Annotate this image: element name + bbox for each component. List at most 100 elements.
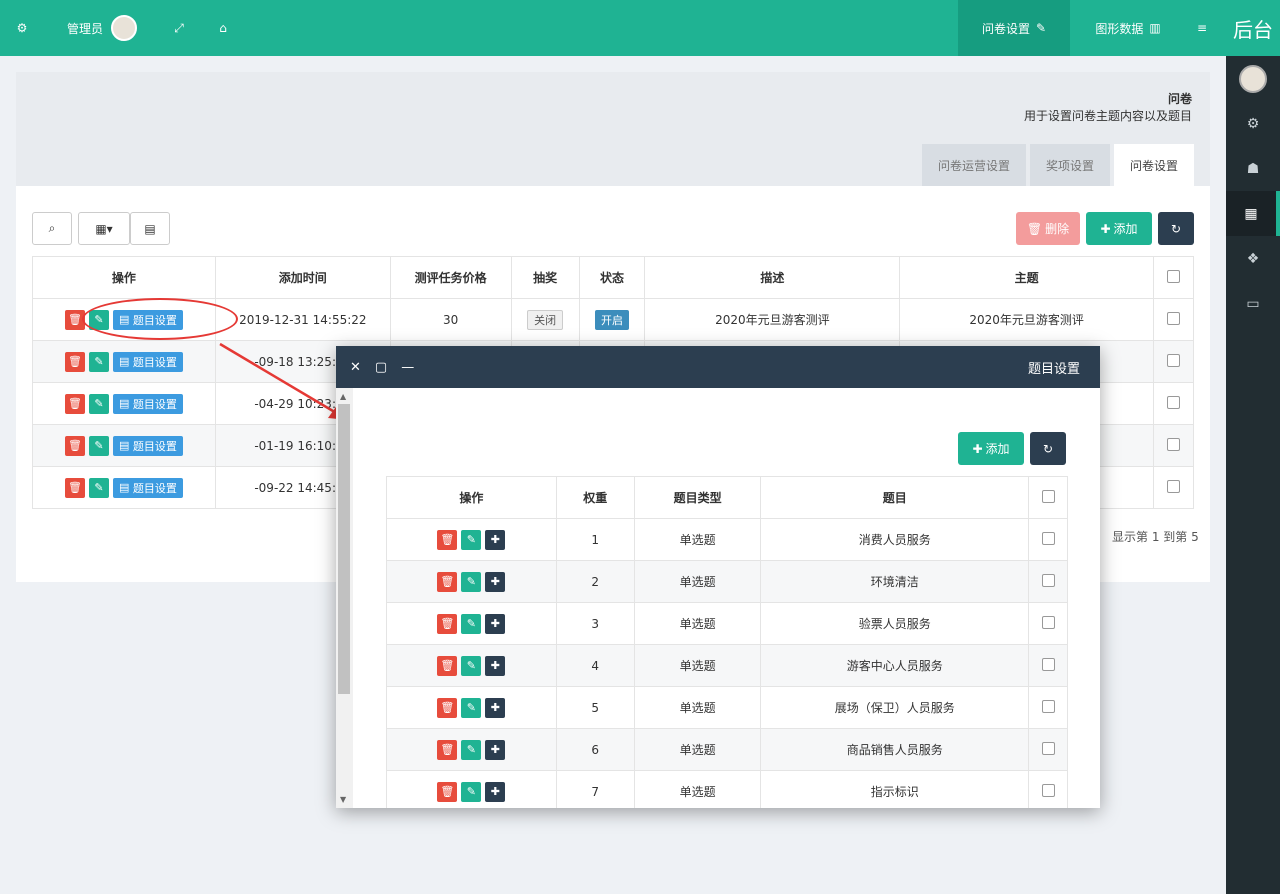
add-option-button[interactable]: ✚ bbox=[485, 571, 506, 592]
row-checkbox[interactable] bbox=[1152, 340, 1195, 383]
cell-weight: 6 bbox=[555, 728, 635, 771]
tab-prizes[interactable]: 奖项设置 bbox=[1029, 144, 1110, 186]
refresh-button[interactable]: ↻ bbox=[1158, 212, 1194, 245]
checkbox[interactable] bbox=[1166, 311, 1180, 325]
edit-row-button[interactable]: ✎ bbox=[88, 351, 109, 372]
pagination-info: 显示第 1 到第 5 bbox=[1112, 530, 1199, 544]
row-checkbox[interactable] bbox=[1028, 644, 1068, 687]
columns-toggle-button[interactable]: ▤ bbox=[130, 212, 170, 245]
edit-question-button[interactable]: ✎ bbox=[461, 613, 482, 634]
delete-row-button[interactable]: 🗑 bbox=[64, 435, 85, 456]
sidebar-item-cubes[interactable]: ❖ bbox=[1226, 236, 1280, 281]
checkbox[interactable] bbox=[1041, 657, 1055, 671]
delete-row-button[interactable]: 🗑 bbox=[64, 393, 85, 414]
checkbox[interactable] bbox=[1166, 437, 1180, 451]
edit-question-button[interactable]: ✎ bbox=[461, 781, 482, 802]
add-button[interactable]: ✚ 添加 bbox=[1086, 212, 1152, 245]
sidebar-item-users[interactable]: ☗ bbox=[1226, 146, 1280, 191]
modal-add-button[interactable]: ✚ 添加 bbox=[958, 432, 1024, 465]
checkbox[interactable] bbox=[1166, 479, 1180, 493]
row-checkbox[interactable] bbox=[1028, 770, 1068, 808]
add-option-button[interactable]: ✚ bbox=[485, 739, 506, 760]
edit-row-button[interactable]: ✎ bbox=[88, 477, 109, 498]
edit-row-button[interactable]: ✎ bbox=[88, 435, 109, 456]
edit-question-button[interactable]: ✎ bbox=[461, 655, 482, 676]
modal-refresh-button[interactable]: ↻ bbox=[1030, 432, 1066, 465]
checkbox[interactable] bbox=[1041, 783, 1055, 797]
row-checkbox[interactable] bbox=[1152, 466, 1195, 509]
scroll-thumb[interactable] bbox=[338, 404, 350, 694]
edit-question-button[interactable]: ✎ bbox=[461, 529, 482, 550]
tab-survey-settings[interactable]: 问卷设置 ✎ bbox=[958, 0, 1070, 56]
panel-tabs: 问卷设置 奖项设置 问卷运营设置 bbox=[918, 144, 1194, 186]
search-button[interactable]: ⌕ bbox=[32, 212, 72, 245]
checkbox[interactable] bbox=[1041, 615, 1055, 629]
question-settings-label: 题目设置 bbox=[132, 397, 177, 411]
question-settings-button[interactable]: ▤ 题目设置 bbox=[112, 435, 183, 456]
scroll-up-icon[interactable]: ▲ bbox=[340, 392, 346, 401]
settings-icon[interactable]: ⚙ bbox=[0, 0, 44, 56]
question-settings-button[interactable]: ▤ 题目设置 bbox=[112, 393, 183, 414]
checkbox[interactable] bbox=[1041, 741, 1055, 755]
row-checkbox[interactable] bbox=[1028, 518, 1068, 561]
checkbox[interactable] bbox=[1166, 353, 1180, 367]
col-status: 状态 bbox=[578, 256, 646, 299]
fullscreen-icon[interactable]: ⤢ bbox=[164, 0, 194, 56]
tab-graph-data[interactable]: 图形数据 ▥ bbox=[1076, 0, 1180, 56]
row-checkbox[interactable] bbox=[1152, 382, 1195, 425]
select-all-checkbox[interactable] bbox=[1152, 256, 1195, 299]
tab-operation[interactable]: 问卷运营设置 bbox=[921, 144, 1026, 186]
sidebar-item-table[interactable]: ▦ bbox=[1226, 191, 1280, 236]
question-settings-button[interactable]: ▤ 题目设置 bbox=[112, 351, 183, 372]
row-checkbox[interactable] bbox=[1152, 424, 1195, 467]
hamburger-icon[interactable]: ≡ bbox=[1184, 0, 1220, 56]
checkbox[interactable] bbox=[1041, 489, 1055, 503]
sidebar-avatar[interactable] bbox=[1226, 56, 1280, 101]
add-option-button[interactable]: ✚ bbox=[485, 697, 506, 718]
modal-scrollbar[interactable]: ▲ ▼ bbox=[336, 388, 353, 808]
export-dropdown-button[interactable]: ▦▾ bbox=[78, 212, 130, 245]
delete-question-button[interactable]: 🗑 bbox=[437, 655, 458, 676]
delete-question-button[interactable]: 🗑 bbox=[437, 781, 458, 802]
delete-question-button[interactable]: 🗑 bbox=[437, 571, 458, 592]
edit-question-button[interactable]: ✎ bbox=[461, 571, 482, 592]
tab-survey[interactable]: 问卷设置 bbox=[1113, 144, 1194, 186]
checkbox[interactable] bbox=[1166, 395, 1180, 409]
close-icon[interactable]: ✕ bbox=[350, 360, 361, 375]
delete-question-button[interactable]: 🗑 bbox=[437, 697, 458, 718]
row-checkbox[interactable] bbox=[1028, 686, 1068, 729]
delete-question-button[interactable]: 🗑 bbox=[437, 739, 458, 760]
add-option-button[interactable]: ✚ bbox=[485, 655, 506, 676]
delete-question-button[interactable]: 🗑 bbox=[437, 529, 458, 550]
maximize-icon[interactable]: ▢ bbox=[375, 360, 387, 375]
checkbox[interactable] bbox=[1041, 573, 1055, 587]
admin-user[interactable]: 管理员 bbox=[52, 0, 152, 56]
add-option-button[interactable]: ✚ bbox=[485, 613, 506, 634]
add-option-button[interactable]: ✚ bbox=[485, 529, 506, 550]
checkbox[interactable] bbox=[1041, 531, 1055, 545]
delete-row-button[interactable]: 🗑 bbox=[64, 351, 85, 372]
row-checkbox[interactable] bbox=[1028, 560, 1068, 603]
minimize-icon[interactable]: — bbox=[401, 360, 414, 375]
row-checkbox[interactable] bbox=[1028, 602, 1068, 645]
add-option-button[interactable]: ✚ bbox=[485, 781, 506, 802]
delete-button[interactable]: 🗑 删除 bbox=[1016, 212, 1080, 245]
checkbox[interactable] bbox=[1166, 269, 1180, 283]
select-all-checkbox[interactable] bbox=[1028, 476, 1068, 519]
question-settings-modal: ✕ ▢ — 题目设置 ▲ ▼ ↻ ✚ 添加 操作 权重 题目类型 题目 🗑 ✎ ✚ 1 单… bbox=[336, 346, 1100, 808]
delete-row-button[interactable]: 🗑 bbox=[64, 477, 85, 498]
sidebar-item-settings[interactable]: ⚙ bbox=[1226, 101, 1280, 146]
sidebar-item-file[interactable]: ▭ bbox=[1226, 281, 1280, 326]
checkbox[interactable] bbox=[1041, 699, 1055, 713]
delete-question-button[interactable]: 🗑 bbox=[437, 613, 458, 634]
edit-question-button[interactable]: ✎ bbox=[461, 739, 482, 760]
scroll-down-icon[interactable]: ▼ bbox=[340, 795, 346, 804]
edit-question-button[interactable]: ✎ bbox=[461, 697, 482, 718]
row-checkbox[interactable] bbox=[1028, 728, 1068, 771]
edit-row-button[interactable]: ✎ bbox=[88, 393, 109, 414]
question-settings-button[interactable]: ▤ 题目设置 bbox=[112, 477, 183, 498]
trash-icon: 🗑 bbox=[440, 617, 455, 630]
trash-icon: 🗑 bbox=[440, 701, 455, 714]
row-checkbox[interactable] bbox=[1152, 298, 1195, 341]
home-icon[interactable]: ⌂ bbox=[208, 0, 238, 56]
